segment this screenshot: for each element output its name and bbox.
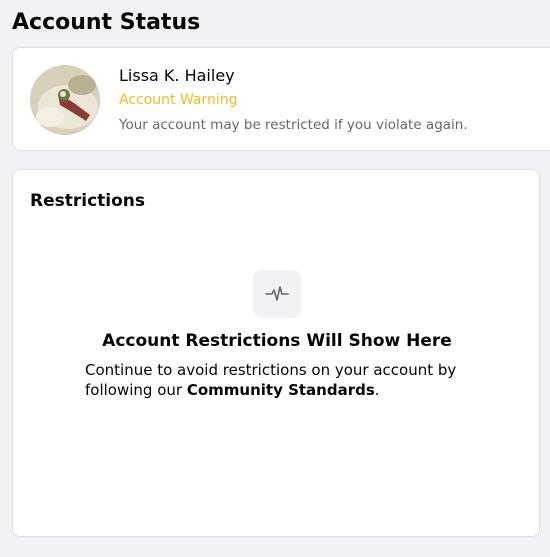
account-warning-label: Account Warning [119, 92, 238, 108]
restrictions-title: Restrictions [30, 191, 146, 211]
avatar[interactable] [30, 65, 100, 135]
account-warning-description: Your account may be restricted if you vi… [119, 117, 468, 133]
profile-name: Lissa K. Hailey [119, 66, 235, 85]
empty-state-title: Account Restrictions Will Show Here [102, 331, 452, 351]
empty-state-icon-box [253, 270, 301, 318]
pulse-icon [265, 286, 289, 301]
restrictions-card: Restrictions Account Restrictions Will S… [12, 169, 540, 537]
profile-card: Lissa K. Hailey Account Warning Your acc… [12, 47, 550, 151]
empty-state-description: Continue to avoid restrictions on your a… [85, 360, 485, 400]
avatar-image [30, 65, 100, 135]
community-standards-link[interactable]: Community Standards [187, 381, 375, 399]
empty-state-description-suffix: . [374, 381, 380, 399]
page-title: Account Status [12, 10, 201, 35]
